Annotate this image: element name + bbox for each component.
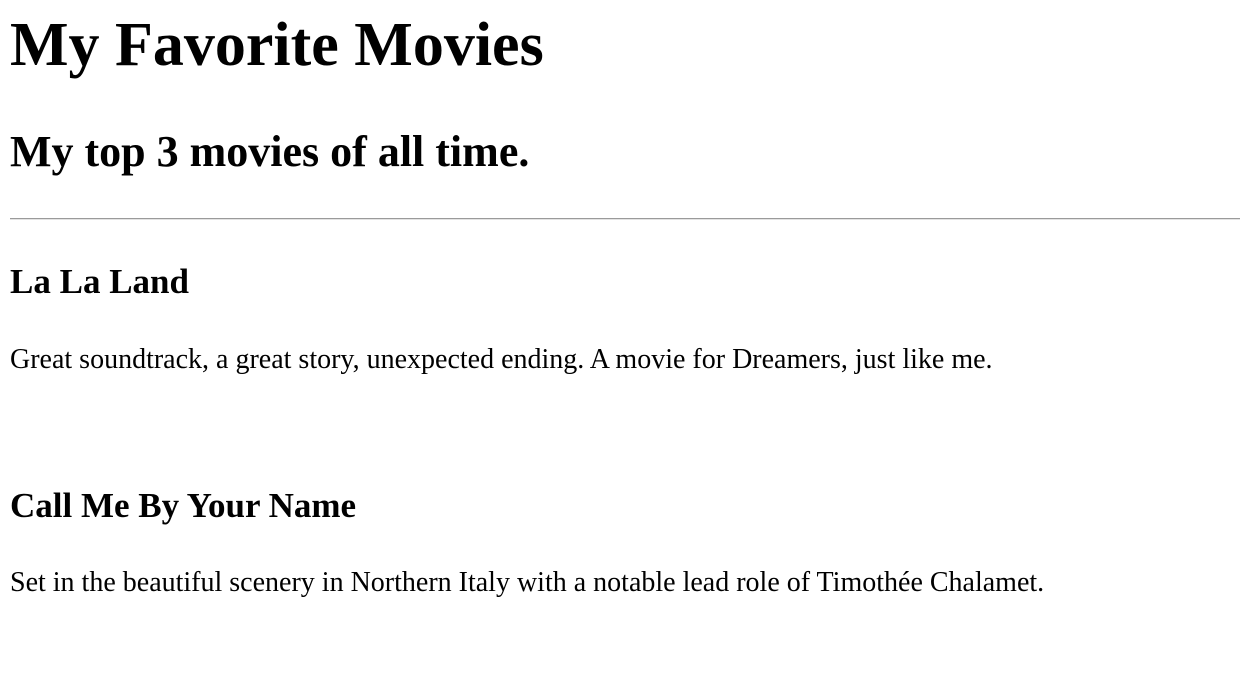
page: My Favorite Movies My top 3 movies of al… bbox=[0, 0, 1240, 676]
page-subtitle: My top 3 movies of all time. bbox=[10, 127, 530, 176]
movie-description: Great soundtrack, a great story, unexpec… bbox=[10, 344, 993, 375]
page-title: My Favorite Movies bbox=[10, 11, 544, 79]
movie-description: Set in the beautiful scenery in Northern… bbox=[10, 567, 1045, 598]
movie-title: Call Me By Your Name bbox=[10, 486, 357, 525]
movie-title: La La Land bbox=[10, 262, 189, 301]
divider bbox=[10, 218, 1240, 220]
